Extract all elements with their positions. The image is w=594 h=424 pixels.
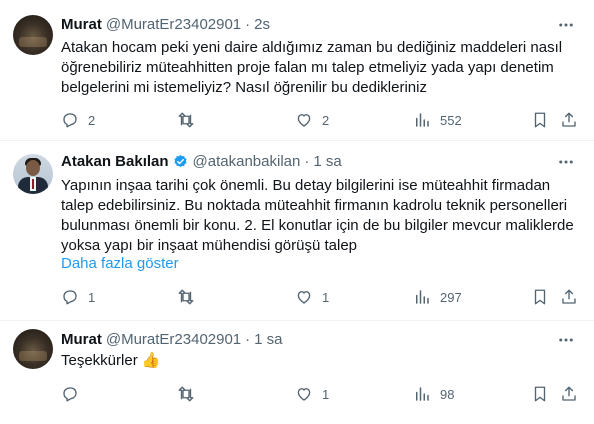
like-icon <box>297 291 311 304</box>
show-more-link[interactable]: Daha fazla göster <box>61 255 179 272</box>
reply-icon <box>63 290 77 305</box>
reply-button[interactable] <box>61 384 88 404</box>
retweet-button[interactable] <box>177 287 204 307</box>
action-bar: 1 98 <box>61 384 580 404</box>
tweet[interactable]: Atakan Bakılan @atakanbakilan · 1 sa Yap… <box>0 141 594 321</box>
like-count: 2 <box>322 112 330 128</box>
timestamp[interactable]: 1 sa <box>313 153 341 170</box>
retweet-icon <box>178 386 194 402</box>
retweet-icon <box>178 289 194 305</box>
like-count: 1 <box>322 289 330 305</box>
like-icon <box>297 114 311 127</box>
tweet-text: Atakan hocam peki yeni daire aldığımız z… <box>61 39 563 96</box>
avatar[interactable] <box>13 154 53 194</box>
tweet-text-content: Teşekkürler <box>61 352 138 369</box>
reply-icon <box>63 387 77 402</box>
like-button[interactable]: 1 <box>295 287 329 307</box>
reply-count: 1 <box>88 289 96 305</box>
views-button[interactable]: 98 <box>413 384 454 404</box>
action-bar: 2 2 552 <box>61 110 580 130</box>
author-handle[interactable]: @MuratEr23402901 <box>106 16 241 33</box>
share-icon <box>562 289 576 304</box>
timestamp[interactable]: 2s <box>254 16 270 33</box>
bookmark-button[interactable] <box>531 287 549 307</box>
avatar[interactable] <box>13 329 53 369</box>
tweet-text: Yapının inşaa tarihi çok önemli. Bu deta… <box>61 177 574 254</box>
views-icon <box>416 113 429 127</box>
bookmark-button[interactable] <box>531 110 549 130</box>
share-button[interactable] <box>560 384 578 404</box>
views-button[interactable]: 297 <box>413 287 462 307</box>
reply-count: 2 <box>88 112 96 128</box>
like-icon <box>297 388 311 401</box>
views-count: 98 <box>440 386 455 402</box>
share-button[interactable] <box>560 287 578 307</box>
like-button[interactable]: 1 <box>295 384 329 404</box>
reply-button[interactable]: 2 <box>61 110 95 130</box>
author-handle[interactable]: @MuratEr23402901 <box>106 331 241 348</box>
bookmark-icon <box>534 289 546 305</box>
tweet-header: Murat @MuratEr23402901 · 1 sa <box>61 329 283 349</box>
more-icon[interactable] <box>557 153 575 171</box>
author-handle[interactable]: @atakanbakilan <box>193 153 301 170</box>
verified-icon <box>173 154 187 167</box>
separator: · <box>245 330 251 348</box>
separator: · <box>245 15 251 33</box>
bookmark-icon <box>534 386 546 402</box>
separator: · <box>304 152 310 170</box>
tweet[interactable]: Murat @MuratEr23402901 · 2s Atakan hocam… <box>0 0 594 141</box>
timestamp[interactable]: 1 sa <box>254 331 282 348</box>
views-icon <box>416 387 429 401</box>
tweet-header: Murat @MuratEr23402901 · 2s <box>61 14 270 34</box>
views-button[interactable]: 552 <box>413 110 462 130</box>
retweet-button[interactable] <box>177 110 204 130</box>
more-icon[interactable] <box>557 16 575 34</box>
like-button[interactable]: 2 <box>295 110 329 130</box>
author-name[interactable]: Atakan Bakılan <box>61 153 169 170</box>
bookmark-button[interactable] <box>531 384 549 404</box>
tweet-text: Teşekkürler 👍 <box>61 351 576 371</box>
tweet[interactable]: Murat @MuratEr23402901 · 1 sa Teşekkürle… <box>0 321 594 424</box>
retweet-button[interactable] <box>177 384 204 404</box>
like-count: 1 <box>322 386 330 402</box>
avatar[interactable] <box>13 15 53 55</box>
action-bar: 1 1 297 <box>61 287 580 307</box>
views-count: 552 <box>440 112 462 128</box>
reply-button[interactable]: 1 <box>61 287 95 307</box>
author-name[interactable]: Murat <box>61 16 102 33</box>
reply-icon <box>63 113 77 128</box>
share-icon <box>562 112 576 127</box>
bookmark-icon <box>534 112 546 128</box>
share-icon <box>562 386 576 401</box>
more-icon[interactable] <box>557 331 575 349</box>
retweet-icon <box>178 112 194 128</box>
share-button[interactable] <box>560 110 578 130</box>
views-count: 297 <box>440 289 462 305</box>
thumbs-up-emoji: 👍 <box>141 352 161 369</box>
views-icon <box>416 290 429 304</box>
tweet-header: Atakan Bakılan @atakanbakilan · 1 sa <box>61 151 342 171</box>
author-name[interactable]: Murat <box>61 331 102 348</box>
